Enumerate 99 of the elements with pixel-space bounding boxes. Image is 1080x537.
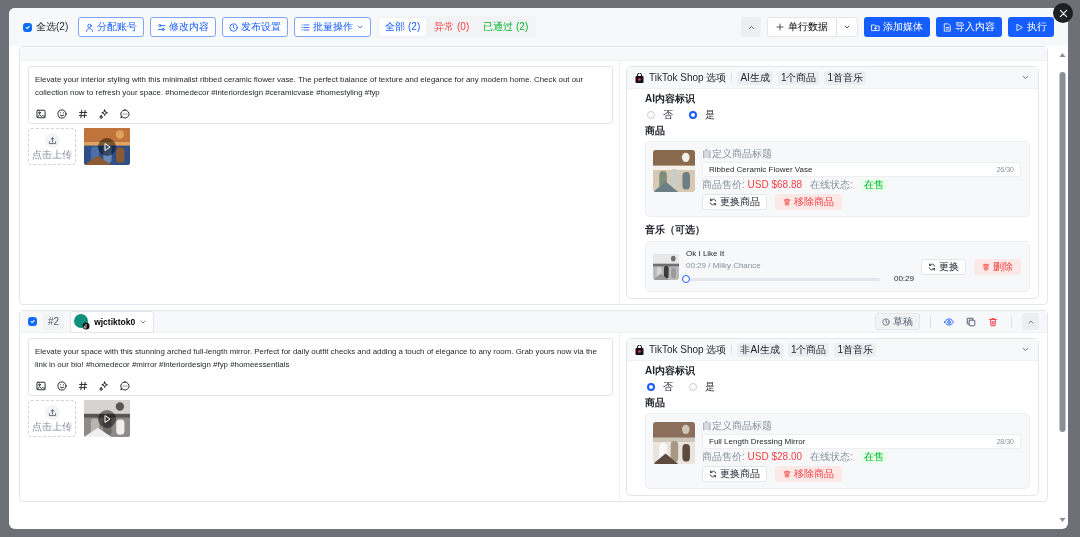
eye-icon[interactable] xyxy=(944,316,954,327)
copy-icon[interactable] xyxy=(966,316,976,327)
shopping-bag-icon xyxy=(635,344,644,355)
play-icon xyxy=(1015,22,1024,32)
sparkle-icon[interactable] xyxy=(99,109,109,119)
close-button[interactable] xyxy=(1053,3,1073,23)
status-label: 在线状态: xyxy=(810,179,853,191)
refresh-icon xyxy=(928,262,936,271)
post-checkbox[interactable] xyxy=(28,317,37,326)
upload-icon xyxy=(47,407,57,417)
chevron-down-icon[interactable] xyxy=(1021,73,1030,82)
refresh-icon xyxy=(709,198,717,206)
tag: 1首音乐 xyxy=(824,70,866,85)
toolbar-button[interactable]: 发布设置 xyxy=(222,17,289,37)
caret-icon xyxy=(843,23,851,31)
replace-button[interactable]: 更换商品 xyxy=(702,466,767,482)
draft-button[interactable]: 草稿 xyxy=(875,313,920,330)
sparkle-icon[interactable] xyxy=(99,381,109,391)
status-label: 在线状态: xyxy=(810,451,853,463)
sliders-icon xyxy=(157,22,167,32)
comment-icon[interactable] xyxy=(120,381,130,391)
filter-tab[interactable]: 全部 (2) xyxy=(379,18,427,36)
clock-icon xyxy=(229,22,239,32)
tag: 1个商品 xyxy=(777,70,820,85)
status-badge: 在售 xyxy=(860,451,887,463)
refresh-icon xyxy=(709,470,717,478)
primary-button[interactable]: 执行 xyxy=(1008,17,1054,37)
price-text: 商品售价: USD $28.00 xyxy=(702,451,803,463)
upload-button[interactable]: 点击上传 xyxy=(28,400,76,437)
field-label: AI内容标识 xyxy=(645,93,696,105)
remove-button[interactable]: 移除商品 xyxy=(775,466,842,482)
toolbar-button[interactable]: 修改内容 xyxy=(150,17,217,37)
section-heading: 商品 xyxy=(645,125,666,137)
radio-option[interactable]: 否 xyxy=(647,109,673,121)
delete-icon[interactable] xyxy=(988,316,998,327)
folder-icon xyxy=(871,22,880,32)
avatar-icon xyxy=(74,313,91,330)
field-value: Ribbed Ceramic Flower Vase xyxy=(709,163,813,176)
track-title: Ok I Like It xyxy=(686,248,726,260)
field-label: AI内容标识 xyxy=(645,365,696,377)
replace-button[interactable]: 更换 xyxy=(921,258,966,275)
shopping-bag-icon xyxy=(635,72,644,83)
select-all-label: 全选(2) xyxy=(36,21,69,33)
upload-button[interactable]: 点击上传 xyxy=(28,128,76,165)
comment-icon[interactable] xyxy=(120,109,130,119)
add-row-button[interactable]: 单行数据 xyxy=(768,18,836,36)
primary-button[interactable]: 添加媒体 xyxy=(864,17,930,37)
user-icon xyxy=(85,22,95,32)
remove-button[interactable]: 移除商品 xyxy=(775,194,842,210)
field-label: 自定义商品标题 xyxy=(702,420,773,432)
emoji-icon[interactable] xyxy=(57,381,67,391)
price-text: 商品售价: USD $68.88 xyxy=(702,179,803,191)
track-info: 00:29 / Milky Chance xyxy=(686,260,762,272)
trash-icon xyxy=(783,198,791,206)
track-time: 00:29 xyxy=(893,273,914,285)
hashtag-icon[interactable] xyxy=(78,109,88,119)
toolbar-button[interactable]: 分配账号 xyxy=(78,17,145,37)
upload-icon xyxy=(47,135,57,145)
tag: 1首音乐 xyxy=(834,342,876,357)
caption-editor[interactable] xyxy=(28,338,613,396)
status-badge: 在售 xyxy=(860,179,887,191)
radio-option[interactable]: 是 xyxy=(689,381,715,393)
tag: AI生成 xyxy=(737,70,773,85)
primary-button[interactable]: 导入内容 xyxy=(936,17,1002,37)
tag: 非AI生成 xyxy=(737,342,783,357)
scrollbar[interactable] xyxy=(1058,50,1066,525)
hashtag-icon[interactable] xyxy=(78,381,88,391)
trash-icon xyxy=(982,262,990,271)
toolbar-button[interactable]: 批量操作 xyxy=(294,17,372,37)
field-value: Full Length Dressing Mirror xyxy=(709,435,806,448)
close-icon xyxy=(1057,7,1069,19)
radio-option[interactable]: 否 xyxy=(647,381,673,393)
chevron-down-icon[interactable] xyxy=(1021,345,1030,354)
panel-title: TikTok Shop 选项 xyxy=(649,343,727,356)
image-icon[interactable] xyxy=(36,381,46,391)
delete-button[interactable]: 删除 xyxy=(974,258,1021,275)
radio-option[interactable]: 是 xyxy=(689,109,715,121)
section-heading: 音乐（可选） xyxy=(645,224,706,236)
slider-thumb[interactable] xyxy=(682,274,690,283)
play-button[interactable] xyxy=(98,137,116,156)
file-icon xyxy=(943,22,952,32)
play-button[interactable] xyxy=(98,409,116,428)
field-label: 自定义商品标题 xyxy=(702,148,773,160)
select-all-checkbox[interactable] xyxy=(23,22,32,32)
split-button[interactable]: 单行数据 xyxy=(767,17,858,37)
list-icon xyxy=(301,22,311,32)
section-heading: 商品 xyxy=(645,397,666,409)
plus-icon xyxy=(776,23,784,31)
caption-editor[interactable] xyxy=(28,66,613,124)
replace-button[interactable]: 更换商品 xyxy=(702,194,767,210)
tag: 1个商品 xyxy=(787,342,830,357)
emoji-icon[interactable] xyxy=(57,109,67,119)
filter-tab[interactable]: 异常 (0) xyxy=(428,18,476,36)
clock-icon xyxy=(882,317,890,326)
panel-title: TikTok Shop 选项 xyxy=(649,71,727,84)
trash-icon xyxy=(783,470,791,478)
image-icon[interactable] xyxy=(36,109,46,119)
account-selector[interactable]: wjctiktok0 xyxy=(70,310,155,333)
post-number: #2 xyxy=(43,313,65,330)
